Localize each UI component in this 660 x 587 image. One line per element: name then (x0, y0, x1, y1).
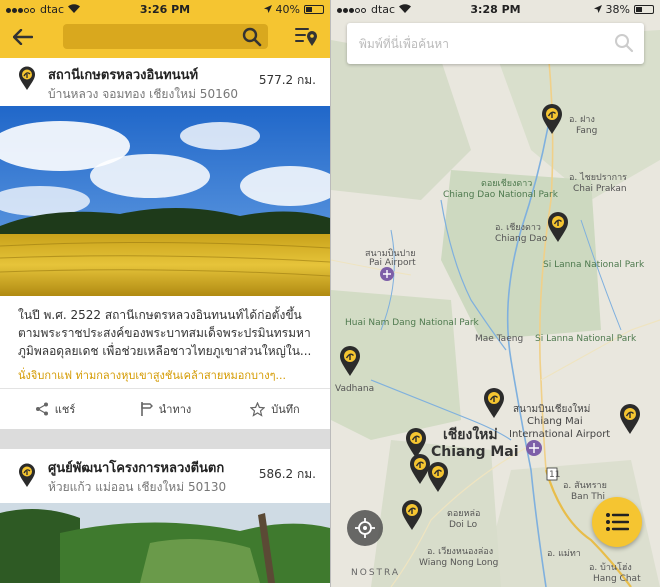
map-pin[interactable] (541, 104, 563, 134)
save-button[interactable]: บันทึก (220, 400, 330, 418)
arrow-left-icon (13, 29, 33, 45)
place-title[interactable]: สถานีเกษตรหลวงอินทนนท์ (48, 64, 198, 85)
list-icon (606, 513, 629, 531)
status-bar: dtac 3:26 PM 40% (0, 0, 330, 18)
map-label: Mae Taeng (475, 334, 524, 344)
battery-icon (634, 4, 654, 14)
place-title[interactable]: ศูนย์พัฒนาโครงการหลวงตีนตก (48, 457, 224, 478)
crosshair-locate-icon (355, 518, 375, 538)
battery-percent: 38% (605, 2, 630, 16)
status-bar: dtac 3:28 PM 38% (331, 0, 660, 18)
map-label: Si Lanna National Park (535, 334, 637, 344)
place-list-screen: dtac 3:26 PM 40% สถานีเกษตรหลวงอินทนนท์ … (0, 0, 330, 587)
navigate-label: นำทาง (158, 403, 192, 416)
carrier-name: dtac (371, 2, 396, 16)
place-photo[interactable] (0, 106, 330, 296)
map-label: Fang (576, 126, 598, 136)
back-button[interactable] (10, 24, 36, 50)
search-icon[interactable] (614, 33, 634, 53)
place-distance: 577.2 กม. (258, 73, 316, 87)
map-label: อ. เวียงหนองล่อง (427, 547, 494, 557)
navigate-button[interactable]: นำทาง (110, 400, 220, 418)
map-pin[interactable] (427, 462, 449, 492)
map-label: อ. แม่ทา (547, 549, 581, 559)
map-view-button[interactable] (294, 24, 320, 50)
map-label: Hang Chat (593, 574, 641, 584)
map-label: ดอยหล่อ (447, 509, 481, 519)
map-label: Wiang Nong Long (419, 558, 499, 568)
map-label: Si Lanna National Park (543, 260, 645, 270)
map-label: International Airport (509, 429, 611, 440)
location-arrow-icon (593, 3, 602, 16)
place-actions: แชร์ นำทาง บันทึก (0, 389, 330, 429)
wifi-icon (399, 3, 412, 16)
map-pin[interactable] (401, 500, 423, 530)
place-header[interactable]: ศูนย์พัฒนาโครงการหลวงตีนตก ห้วยแก้ว แม่อ… (0, 449, 330, 503)
signal-icon (6, 3, 36, 16)
place-address: บ้านหลวง จอมทอง เชียงใหม่ 50160 (48, 87, 238, 101)
map-pin[interactable] (619, 404, 641, 434)
map-label: อ. สันทราย (563, 481, 607, 491)
share-label: แชร์ (54, 403, 76, 416)
locate-me-button[interactable] (347, 510, 383, 546)
top-bar: dtac 3:26 PM 40% (0, 0, 330, 58)
map-label: ดอยเชียงดาว (481, 179, 533, 189)
map-label: Chiang Dao National Park (443, 190, 558, 200)
star-icon (250, 401, 266, 417)
map-label: Chiang Mai (527, 416, 583, 427)
share-icon (35, 402, 48, 416)
place-pin-icon (19, 66, 35, 90)
map-label: Chiang Dao (495, 234, 548, 244)
place-address: ห้วยแก้ว แม่ออน เชียงใหม่ 50130 (48, 480, 227, 494)
map-pin[interactable] (547, 212, 569, 242)
map-label: 11 (549, 470, 561, 480)
share-button[interactable]: แชร์ (0, 400, 110, 418)
map-label: Pai Airport (369, 258, 416, 268)
map-label: Doi Lo (449, 520, 478, 530)
read-more-link[interactable]: นั่งจิบกาแฟ ท่ามกลางหุบเขาสูงชันเคล้าสาย… (0, 360, 330, 388)
wifi-icon (68, 3, 81, 16)
map-label: Chai Prakan (573, 184, 627, 194)
battery-icon (304, 4, 324, 14)
map-label: อ. ฝาง (569, 115, 595, 125)
search-icon[interactable] (242, 27, 262, 47)
place-pin-icon (19, 463, 35, 487)
search-placeholder: พิมพ์ที่นี่เพื่อค้นหา (359, 37, 449, 51)
map-pin[interactable] (483, 388, 505, 418)
map-label: Ban Thi (571, 492, 605, 502)
save-label: บันทึก (271, 403, 300, 416)
location-arrow-icon (263, 3, 272, 16)
map-list-pin-icon (295, 28, 317, 46)
map-label: Vadhana (335, 384, 375, 394)
list-view-button[interactable] (592, 497, 642, 547)
place-distance: 586.2 กม. (258, 467, 316, 481)
map-label-city: เชียงใหม่ (443, 427, 498, 443)
map-attribution: NOSTRA (351, 568, 401, 578)
list-separator (0, 429, 330, 449)
map-label: อ. เชียงดาว (495, 223, 541, 233)
signal-icon (337, 3, 367, 16)
search-input[interactable] (63, 24, 268, 49)
signpost-icon (140, 402, 153, 416)
map-screen: dtac 3:28 PM 38% พิมพ์ที่นี่เพื่อค้นหา อ… (331, 0, 660, 587)
map-search-input[interactable]: พิมพ์ที่นี่เพื่อค้นหา (347, 23, 644, 64)
place-photo[interactable] (0, 503, 330, 583)
map-label-city: Chiang Mai (431, 444, 519, 460)
battery-percent: 40% (275, 2, 300, 16)
map-label: อ. บ้านโฮ่ง (589, 563, 632, 573)
place-description: ในปี พ.ศ. 2522 สถานีเกษตรหลวงอินทนนท์ได้… (18, 308, 312, 358)
map-pin[interactable] (339, 346, 361, 376)
map-label: อ. ไชยปราการ (569, 173, 627, 183)
map-label: Huai Nam Dang National Park (345, 318, 479, 328)
carrier-name: dtac (40, 2, 65, 16)
map-label: สนามบินเชียงใหม่ (513, 404, 591, 415)
place-header[interactable]: สถานีเกษตรหลวงอินทนนท์ บ้านหลวง จอมทอง เ… (0, 58, 330, 106)
